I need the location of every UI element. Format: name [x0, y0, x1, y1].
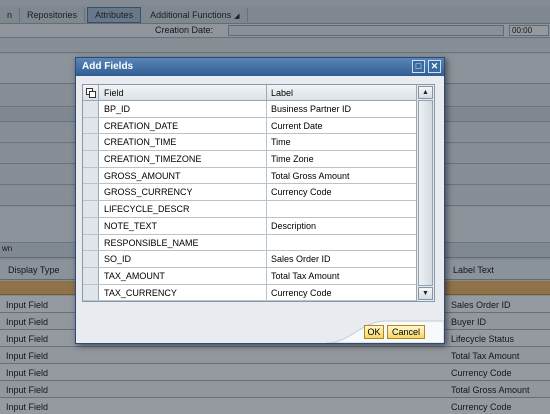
field-cell: CREATION_TIMEZONE: [104, 154, 202, 165]
field-cell: SO_ID: [104, 254, 132, 265]
row-selector[interactable]: [83, 117, 99, 134]
vertical-scrollbar[interactable]: ▲ ▼: [416, 85, 434, 301]
add-fields-dialog: Add Fields □ ✕ Field Label BP_ID Business…: [75, 57, 445, 344]
label-cell: Sales Order ID: [271, 254, 331, 265]
column-separator: [266, 167, 267, 184]
dialog-footer: OK Cancel: [76, 319, 444, 343]
column-separator: [266, 267, 267, 284]
field-cell: BP_ID: [104, 104, 131, 114]
label-cell: Business Partner ID: [271, 104, 352, 114]
row-selector[interactable]: [83, 184, 99, 201]
row-selector[interactable]: [83, 167, 99, 184]
close-icon[interactable]: ✕: [428, 60, 441, 73]
field-cell: RESPONSIBLE_NAME: [104, 237, 199, 248]
select-all-icon[interactable]: [83, 85, 99, 100]
label-cell: Currency Code: [271, 187, 332, 198]
table-row[interactable]: CREATION_TIMEZONE Time Zone: [83, 151, 416, 168]
table-row[interactable]: LIFECYCLE_DESCR: [83, 201, 416, 218]
table-row[interactable]: TAX_CURRENCY Currency Code: [83, 284, 416, 302]
table-row[interactable]: GROSS_AMOUNT Total Gross Amount: [83, 167, 416, 185]
label-cell: Time Zone: [271, 154, 314, 165]
column-separator: [266, 284, 267, 301]
column-separator: [266, 201, 267, 217]
table-row[interactable]: NOTE_TEXT Description: [83, 217, 416, 235]
field-cell: LIFECYCLE_DESCR: [104, 204, 190, 215]
scroll-up-icon[interactable]: ▲: [418, 86, 433, 99]
row-selector[interactable]: [83, 284, 99, 301]
field-cell: GROSS_AMOUNT: [104, 170, 181, 181]
ok-button[interactable]: OK: [364, 325, 384, 339]
table-row[interactable]: BP_ID Business Partner ID: [83, 101, 416, 118]
scrollbar-thumb[interactable]: [418, 100, 433, 286]
field-cell: CREATION_TIME: [104, 137, 177, 148]
field-cell: GROSS_CURRENCY: [104, 187, 193, 198]
maximize-icon[interactable]: □: [412, 60, 425, 73]
field-cell: TAX_AMOUNT: [104, 270, 165, 281]
row-selector[interactable]: [83, 101, 99, 117]
fields-table-header: Field Label: [83, 85, 416, 101]
column-separator: [266, 151, 267, 167]
row-selector[interactable]: [83, 234, 99, 251]
label-cell: Description: [271, 220, 317, 231]
footer-decoration: [326, 320, 444, 343]
column-separator: [266, 184, 267, 201]
column-separator: [266, 234, 267, 251]
table-row[interactable]: CREATION_TIME Time: [83, 134, 416, 152]
column-separator: [266, 134, 267, 151]
scroll-down-icon[interactable]: ▼: [418, 287, 433, 300]
table-row[interactable]: TAX_AMOUNT Total Tax Amount: [83, 267, 416, 285]
dialog-title-bar[interactable]: Add Fields □ ✕: [76, 58, 444, 76]
column-header-field[interactable]: Field: [104, 88, 124, 98]
field-cell: TAX_CURRENCY: [104, 287, 177, 298]
column-separator: [266, 101, 267, 117]
label-cell: Total Tax Amount: [271, 270, 340, 281]
dialog-title: Add Fields: [82, 61, 134, 72]
fields-table: Field Label BP_ID Business Partner ID CRE…: [82, 84, 435, 302]
table-row[interactable]: SO_ID Sales Order ID: [83, 251, 416, 268]
column-separator: [266, 85, 267, 100]
column-separator: [266, 251, 267, 267]
row-selector[interactable]: [83, 251, 99, 267]
column-separator: [266, 217, 267, 234]
fields-table-rows: BP_ID Business Partner ID CREATION_DATE Cu…: [83, 101, 416, 302]
label-cell: Total Gross Amount: [271, 170, 350, 181]
row-selector[interactable]: [83, 267, 99, 284]
label-cell: Currency Code: [271, 287, 332, 298]
label-cell: Time: [271, 137, 291, 148]
field-cell: CREATION_DATE: [104, 120, 179, 131]
column-header-label[interactable]: Label: [271, 88, 293, 98]
row-selector[interactable]: [83, 217, 99, 234]
table-row[interactable]: CREATION_DATE Current Date: [83, 117, 416, 135]
label-cell: Current Date: [271, 120, 323, 131]
row-selector[interactable]: [83, 134, 99, 151]
table-row[interactable]: RESPONSIBLE_NAME: [83, 234, 416, 252]
column-separator: [266, 117, 267, 134]
cancel-button[interactable]: Cancel: [387, 325, 425, 339]
row-selector[interactable]: [83, 151, 99, 167]
row-selector[interactable]: [83, 201, 99, 217]
field-cell: NOTE_TEXT: [104, 220, 158, 231]
table-row[interactable]: GROSS_CURRENCY Currency Code: [83, 184, 416, 202]
